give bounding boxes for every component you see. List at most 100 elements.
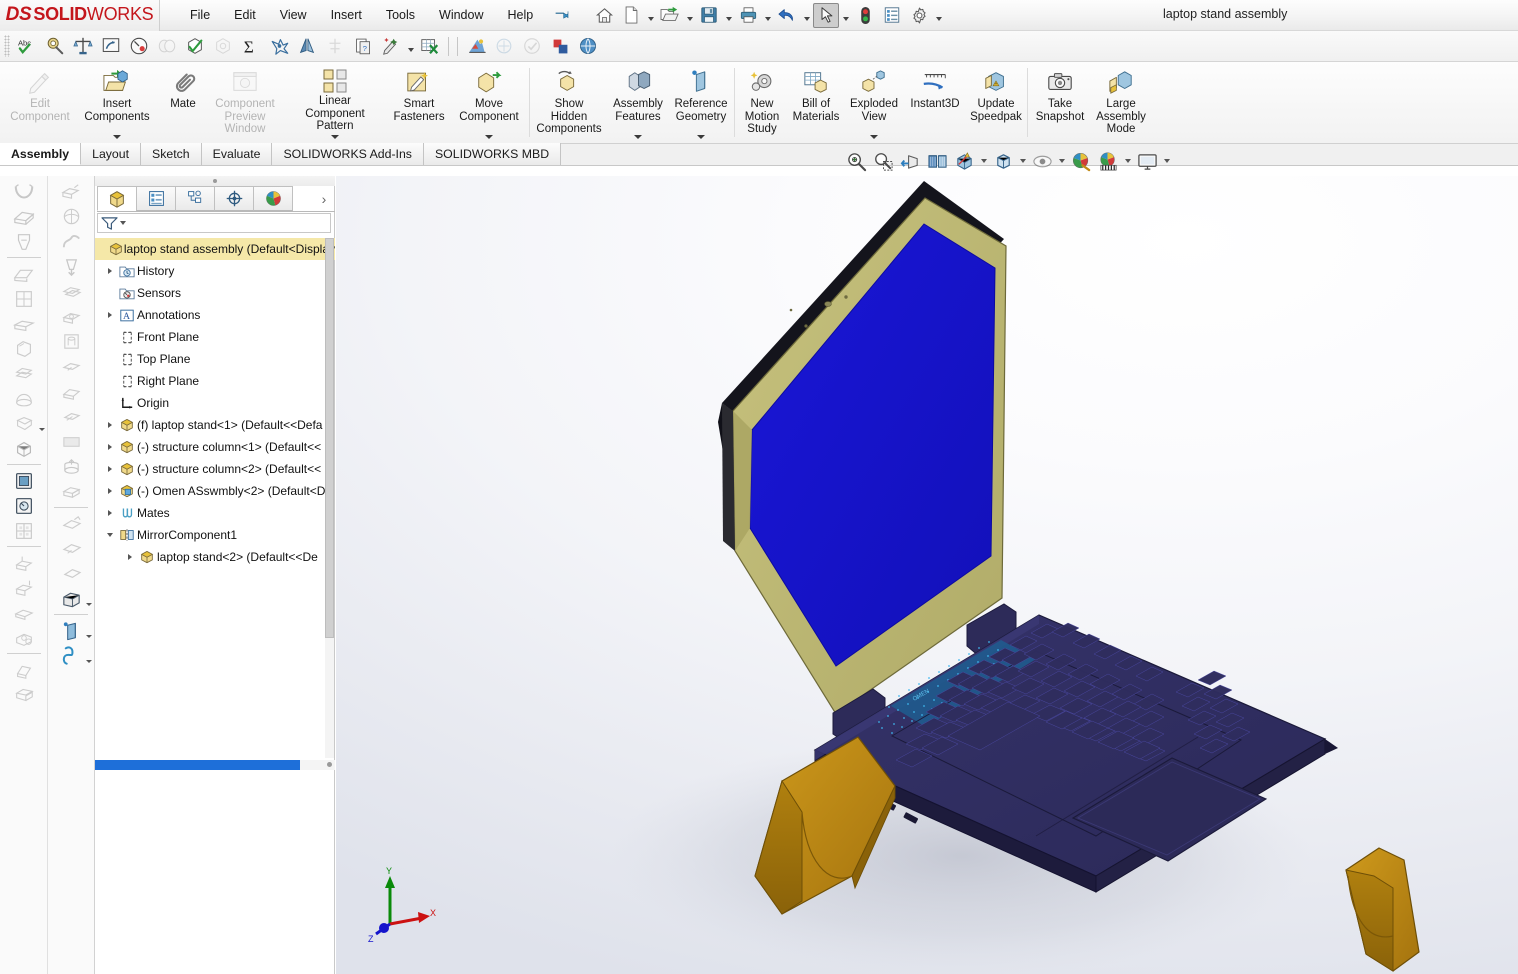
reference-plane-dropdown-caret[interactable]	[86, 635, 92, 638]
sheet-metal-edge-icon[interactable]	[7, 575, 41, 600]
ribbon-smart-fasteners[interactable]: Smart Fasteners	[388, 62, 450, 143]
ribbon-mate[interactable]: Mate	[158, 62, 208, 143]
tree-item-structure-column-1[interactable]: (-) structure column<1> (Default<<	[95, 436, 335, 458]
section-view-icon[interactable]	[924, 148, 950, 174]
boundary-cut-icon[interactable]	[54, 429, 88, 454]
gusset-icon[interactable]	[7, 229, 41, 254]
sensor-icon[interactable]	[125, 33, 153, 60]
property-manager-tab[interactable]	[136, 186, 176, 211]
tree-item-laptop-stand-1[interactable]: (f) laptop stand<1> (Default<<Defa	[95, 414, 335, 436]
spell-checker-icon[interactable]: Abc	[13, 33, 41, 60]
tab-assembly[interactable]: Assembly	[0, 143, 81, 165]
revolved-cut-icon[interactable]	[54, 354, 88, 379]
dimxpert-manager-tab[interactable]	[214, 186, 254, 211]
ribbon-large-assembly-mode[interactable]: Large Assembly Mode	[1091, 62, 1151, 143]
open-folder-icon[interactable]	[657, 3, 683, 28]
reference-geometry-dropdown-caret[interactable]	[697, 132, 705, 141]
tree-expander[interactable]	[103, 466, 117, 472]
view-orientation-dropdown-caret[interactable]	[978, 148, 989, 174]
tab-solidworks-add-ins[interactable]: SOLIDWORKS Add-Ins	[272, 143, 423, 165]
tree-item-omen-asswmbly-2[interactable]: (-) Omen ASswmbly<2> (Default<D	[95, 480, 335, 502]
wrap-icon[interactable]	[7, 411, 41, 436]
feature-tree-horizontal-scrollbar[interactable]	[95, 760, 335, 770]
tab-solidworks-mbd[interactable]: SOLIDWORKS MBD	[424, 143, 561, 165]
structural-member-icon[interactable]	[7, 204, 41, 229]
laptop-stand-assembly-3d-model[interactable]: OMEN	[336, 176, 1518, 974]
feature-tree-scroll-thumb[interactable]	[325, 238, 334, 638]
ribbon-take-snapshot[interactable]: Take Snapshot	[1029, 62, 1091, 143]
design-checker-dropdown-caret[interactable]	[405, 34, 416, 59]
hole-wizard-icon[interactable]	[54, 329, 88, 354]
ribbon-linear-component-pattern[interactable]: Linear Component Pattern	[282, 62, 388, 143]
revolved-boss-icon[interactable]	[54, 204, 88, 229]
new-document-dropdown-caret[interactable]	[645, 3, 656, 28]
flatten-icon[interactable]	[7, 682, 41, 707]
tree-expander[interactable]	[103, 488, 117, 494]
swept-boss-icon[interactable]	[54, 229, 88, 254]
print-dropdown-caret[interactable]	[762, 3, 773, 28]
print-icon[interactable]	[735, 3, 761, 28]
fold-icon[interactable]	[7, 600, 41, 625]
ribbon-show-hidden-components[interactable]: Show Hidden Components	[531, 62, 607, 143]
undo-icon[interactable]	[774, 3, 800, 28]
tree-item-laptop-stand-assembly[interactable]: laptop stand assembly (Default<Display	[95, 238, 335, 260]
rebuild-traffic-light-icon[interactable]	[852, 3, 878, 28]
apply-scene-icon[interactable]	[1095, 148, 1121, 174]
feature-tree-list[interactable]: laptop stand assembly (Default<Display H…	[95, 238, 335, 758]
display-style-icon[interactable]	[990, 148, 1016, 174]
save-dropdown-caret[interactable]	[723, 3, 734, 28]
tree-expander[interactable]	[123, 554, 137, 560]
menu-insert[interactable]: Insert	[319, 3, 374, 27]
move-face-icon[interactable]	[54, 511, 88, 536]
draft-icon[interactable]	[7, 311, 41, 336]
mirror-feature-icon[interactable]	[7, 361, 41, 386]
ribbon-assembly-features[interactable]: Assembly Features	[607, 62, 669, 143]
tree-expander[interactable]	[103, 268, 117, 274]
ribbon-component-preview-window[interactable]: Component Preview Window	[208, 62, 282, 143]
weldment-icon[interactable]	[7, 179, 41, 204]
edit-appearance-icon[interactable]	[1068, 148, 1094, 174]
feature-tree-filter[interactable]	[97, 213, 331, 233]
options-gear-icon[interactable]	[906, 3, 932, 28]
assembly-features-dropdown-caret[interactable]	[634, 132, 642, 141]
sum-equations-icon[interactable]: Σ	[237, 33, 265, 60]
validation-check-icon[interactable]	[518, 33, 546, 60]
boundary-boss-icon[interactable]	[54, 279, 88, 304]
photoview-render-icon[interactable]	[462, 33, 490, 60]
configuration-manager-tab[interactable]	[175, 186, 215, 211]
linear-component-pattern-dropdown-caret[interactable]	[331, 133, 339, 141]
swept-cut-icon[interactable]	[54, 379, 88, 404]
extruded-cut-icon[interactable]	[54, 304, 88, 329]
menu-edit[interactable]: Edit	[222, 3, 268, 27]
open-dropdown-caret[interactable]	[684, 3, 695, 28]
tree-item-front-plane[interactable]: Front Plane	[95, 326, 335, 348]
sustainability-icon[interactable]	[546, 33, 574, 60]
tree-expander[interactable]	[103, 312, 117, 318]
lofted-cut-icon[interactable]	[54, 404, 88, 429]
tree-item-top-plane[interactable]: Top Plane	[95, 348, 335, 370]
tree-item-mates[interactable]: Mates	[95, 502, 335, 524]
home-icon[interactable]	[591, 3, 617, 28]
options-dropdown-caret[interactable]	[933, 3, 944, 28]
interference-detection-icon[interactable]	[265, 33, 293, 60]
ribbon-instant3d[interactable]: Instant3D	[904, 62, 966, 143]
feature-tree-vertical-scrollbar[interactable]	[325, 238, 334, 758]
replace-face-icon[interactable]	[54, 561, 88, 586]
chamfer-icon[interactable]	[7, 261, 41, 286]
tree-item-mirror-component-1[interactable]: MirrorComponent1	[95, 524, 335, 546]
ribbon-reference-geometry[interactable]: Reference Geometry	[669, 62, 733, 143]
tab-layout[interactable]: Layout	[81, 143, 141, 165]
mass-properties-icon[interactable]	[69, 33, 97, 60]
curves-icon[interactable]	[54, 643, 88, 668]
ribbon-update-speedpak[interactable]: Update Speedpak	[966, 62, 1026, 143]
menu-window[interactable]: Window	[427, 3, 495, 27]
delete-face-icon[interactable]	[54, 536, 88, 561]
lofted-boss-icon[interactable]	[54, 254, 88, 279]
ribbon-move-component[interactable]: Move Component	[450, 62, 528, 143]
symmetry-check-icon[interactable]	[293, 33, 321, 60]
display-style-dropdown-caret[interactable]	[1017, 148, 1028, 174]
curvature-icon[interactable]	[321, 33, 349, 60]
tree-item-origin[interactable]: Origin	[95, 392, 335, 414]
tree-item-history[interactable]: History	[95, 260, 335, 282]
section-properties-icon[interactable]	[97, 33, 125, 60]
